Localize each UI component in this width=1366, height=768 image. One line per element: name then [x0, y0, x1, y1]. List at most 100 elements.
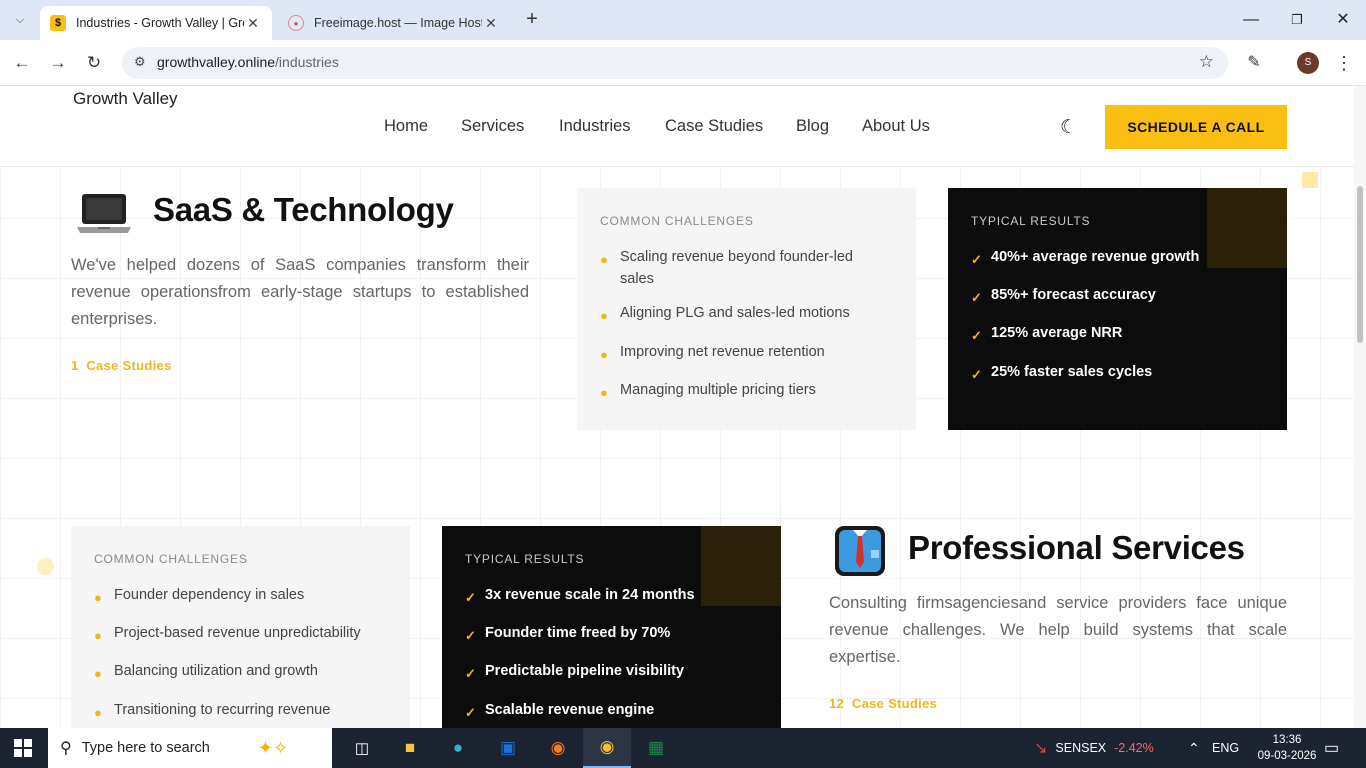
case-studies-link[interactable]: 1 Case Studies [71, 358, 172, 373]
schedule-call-button[interactable]: SCHEDULE A CALL [1105, 105, 1287, 149]
case-studies-link[interactable]: 12 Case Studies [829, 696, 937, 711]
nav-industries[interactable]: Industries [559, 117, 631, 136]
close-tab-icon[interactable]: ✕ [482, 15, 500, 32]
check-icon: ✓ [971, 328, 982, 343]
url-text: growthvalley.online/industries [157, 54, 339, 70]
challenge-item: ● Founder dependency in sales [94, 584, 304, 609]
decorative-square [1302, 172, 1318, 188]
bullet-icon: ● [94, 628, 102, 643]
chrome-icon[interactable]: ◉ [583, 728, 631, 768]
tab-industries[interactable]: $ Industries - Growth Valley | Gro ✕ [40, 6, 272, 40]
result-item: ✓ Predictable pipeline visibility [465, 660, 684, 685]
challenge-item: ● Project-based revenue unpredictability [94, 622, 361, 647]
nav-about-us[interactable]: About Us [862, 117, 930, 136]
site-header: Growth Valley Home Services Industries C… [0, 86, 1354, 167]
decorative-accent [701, 526, 781, 606]
nav-services[interactable]: Services [461, 117, 524, 136]
page-scrollbar[interactable] [1354, 86, 1366, 728]
results-label: TYPICAL RESULTS [465, 552, 585, 566]
nav-blog[interactable]: Blog [796, 117, 829, 136]
bullet-icon: ● [600, 385, 608, 400]
restore-icon[interactable]: ❐ [1274, 6, 1320, 34]
minimize-icon[interactable]: — [1228, 6, 1274, 34]
stock-widget[interactable]: ↘ SENSEX -2.42% [1034, 728, 1154, 768]
new-tab-icon[interactable]: + [520, 8, 544, 32]
close-window-icon[interactable]: ✕ [1320, 6, 1366, 34]
stock-chart-icon: ↘ [1034, 740, 1048, 757]
section-description: Consulting firmsagenciesand service prov… [829, 594, 1287, 666]
reload-icon[interactable]: ↻ [81, 50, 107, 76]
check-icon: ✓ [465, 590, 476, 605]
challenge-item: ● Managing multiple pricing tiers [600, 379, 816, 404]
edge-icon[interactable]: ● [434, 728, 482, 768]
result-item: ✓ 3x revenue scale in 24 months [465, 584, 695, 609]
check-icon: ✓ [465, 666, 476, 681]
nav-home[interactable]: Home [384, 117, 428, 136]
excel-icon[interactable]: ▦ [632, 728, 680, 768]
challenge-item: ● Improving net revenue retention [600, 341, 825, 366]
tab-freeimage[interactable]: ● Freeimage.host — Image Hostin ✕ [278, 6, 510, 40]
section-title: Professional Services [908, 529, 1245, 566]
bullet-icon: ● [600, 252, 608, 267]
clock-time: 13:36 [1272, 734, 1302, 746]
close-tab-icon[interactable]: ✕ [244, 15, 262, 32]
challenges-panel: COMMON CHALLENGES ● Scaling revenue beyon… [577, 188, 916, 430]
firefox-icon[interactable]: ◉ [534, 728, 582, 768]
stock-name: SENSEX [1055, 741, 1107, 755]
challenge-item: ● Transitioning to recurring revenue [94, 699, 330, 724]
bullet-icon: ● [600, 308, 608, 323]
browser-toolbar: ← → ↻ ⚙ growthvalley.online/industries ☆… [0, 40, 1366, 86]
extensions-icon[interactable]: ✎ [1241, 50, 1267, 76]
business-shirt-icon [835, 526, 885, 576]
site-logo[interactable]: Growth Valley [71, 89, 178, 109]
bullet-icon: ● [600, 347, 608, 362]
site-info-icon[interactable]: ⚙ [134, 54, 146, 70]
result-item: ✓ Founder time freed by 70% [465, 622, 670, 647]
bullet-icon: ● [94, 590, 102, 605]
dark-mode-moon-icon[interactable]: ☾ [1060, 116, 1077, 139]
windows-taskbar: ⚲ Type here to search ✦✧ ◫ ■ ● ▣ ◉ ◉ ▦ ↘… [0, 728, 1366, 768]
challenges-label: COMMON CHALLENGES [94, 552, 248, 566]
taskbar-search-box[interactable]: ⚲ Type here to search ✦✧ [48, 728, 332, 768]
tray-chevron-up-icon[interactable]: ⌃ [1188, 728, 1200, 768]
scrollbar-thumb[interactable] [1357, 186, 1363, 343]
browser-menu-icon[interactable]: ⋮ [1331, 50, 1357, 76]
outlook-icon[interactable]: ▣ [484, 728, 532, 768]
stock-change: -2.42% [1114, 741, 1154, 755]
check-icon: ✓ [465, 628, 476, 643]
section-description: We've helped dozens of SaaS companies tr… [71, 256, 529, 328]
nav-case-studies[interactable]: Case Studies [665, 117, 763, 136]
decorative-accent [1207, 188, 1287, 268]
check-icon: ✓ [971, 290, 982, 305]
browser-tab-bar: ⌵ $ Industries - Growth Valley | Gro ✕ ●… [0, 0, 1366, 40]
result-item: ✓ Scalable revenue engine [465, 699, 654, 724]
file-explorer-icon[interactable]: ■ [386, 728, 434, 768]
windows-start-icon[interactable] [14, 739, 32, 757]
results-label: TYPICAL RESULTS [971, 214, 1091, 228]
check-icon: ✓ [971, 367, 982, 382]
clock[interactable]: 13:36 09-03-2026 [1256, 728, 1318, 768]
task-view-icon[interactable]: ◫ [338, 728, 386, 768]
sparkle-icon: ✦✧ [257, 737, 289, 758]
decorative-dot [37, 558, 54, 575]
forward-icon[interactable]: → [45, 50, 71, 76]
language-indicator[interactable]: ENG [1212, 728, 1239, 768]
tab-title: Freeimage.host — Image Hostin [314, 16, 482, 30]
challenges-panel: COMMON CHALLENGES ● Founder dependency in… [71, 526, 410, 728]
challenge-item: ● Balancing utilization and growth [94, 660, 318, 685]
search-icon: ⚲ [60, 740, 72, 757]
laptop-icon [77, 194, 131, 233]
result-item: ✓ 25% faster sales cycles [971, 361, 1152, 386]
profile-avatar[interactable]: S [1297, 52, 1319, 74]
back-icon[interactable]: ← [9, 50, 35, 76]
section-title: SaaS & Technology [153, 191, 454, 228]
address-bar[interactable]: ⚙ growthvalley.online/industries ☆ [122, 47, 1228, 79]
challenge-item: ● Scaling revenue beyond founder-led sale… [600, 246, 890, 290]
result-item: ✓ 85%+ forecast accuracy [971, 284, 1156, 309]
bookmark-star-icon[interactable]: ☆ [1199, 52, 1214, 72]
notifications-icon[interactable]: ▭ [1324, 728, 1339, 768]
search-placeholder: Type here to search [81, 740, 210, 756]
tab-search-chevron-icon[interactable]: ⌵ [8, 8, 32, 32]
growth-valley-favicon-icon: $ [50, 15, 66, 31]
check-icon: ✓ [465, 705, 476, 720]
